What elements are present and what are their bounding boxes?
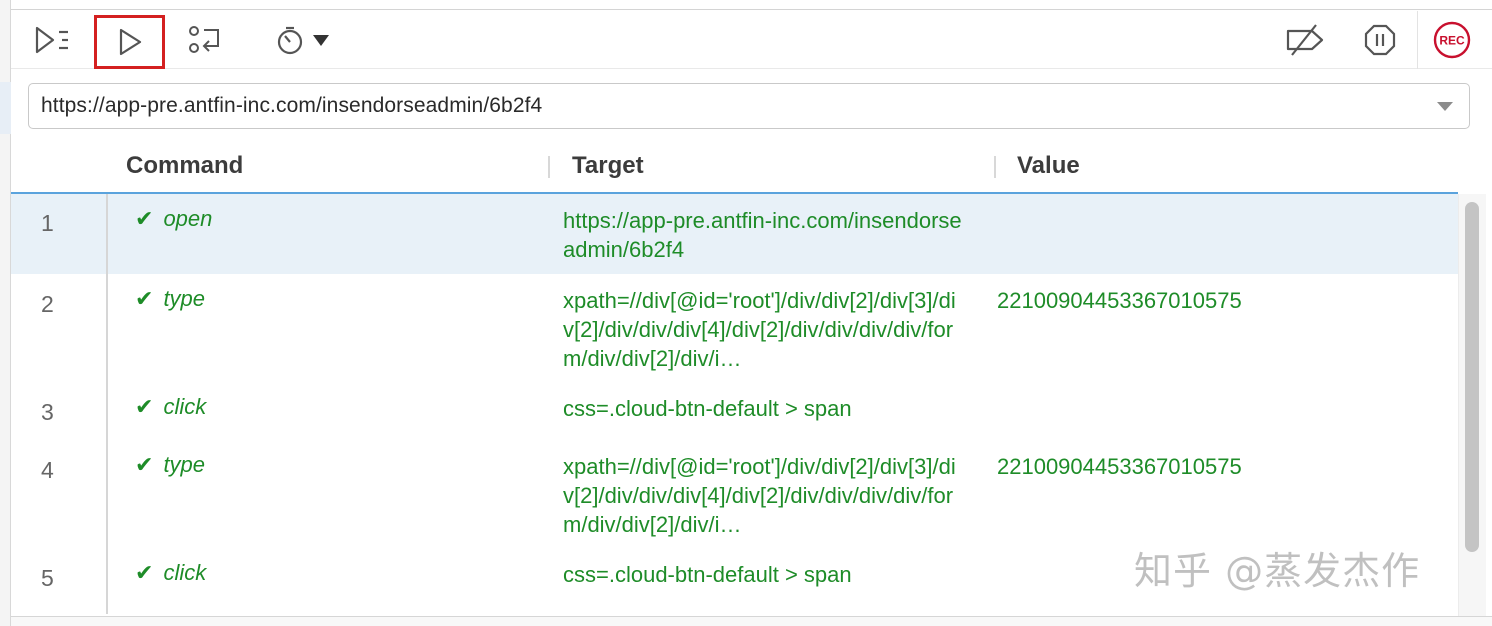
check-icon: ✔ [135,394,154,419]
value-cell[interactable]: 2210090445336701057​5 [997,452,1242,481]
chevron-down-icon [312,33,330,47]
record-label: REC [1439,34,1465,48]
pause-on-exceptions-button[interactable] [1357,15,1403,65]
target-cell[interactable]: css=.cloud-btn-default > span [563,560,963,589]
base-url-value: https://app-pre.antfin-inc.com/insendors… [41,94,543,117]
record-button[interactable]: REC [1429,15,1475,65]
left-panel-highlight [0,82,11,134]
command-name: open [163,206,213,231]
table-row[interactable]: 4 ✔ type xpath=//div[@id='root']/div/div[… [11,440,1458,548]
target-cell[interactable]: xpath=//div[@id='root']/div/div[2]/div[3… [563,286,963,373]
command-cell[interactable]: ✔ click [135,394,206,420]
watermark: 知乎 @蒸发杰作 [1134,549,1421,593]
target-cell[interactable]: xpath=//div[@id='root']/div/div[2]/div[3… [563,452,963,539]
target-cell[interactable]: https://app-pre.antfin-inc.com/insendors… [563,206,963,264]
command-cell[interactable]: ✔ type [135,286,205,312]
toolbar: REC [11,11,1492,69]
test-speed-dropdown[interactable] [269,15,335,65]
table-row[interactable]: 1 ✔ open https://app-pre.antfin-inc.com/i… [11,194,1458,274]
column-resize-handle[interactable] [548,156,550,178]
column-header-command[interactable]: Command [126,152,243,180]
chevron-down-icon[interactable] [1437,102,1453,111]
vertical-scrollbar[interactable] [1458,194,1486,616]
check-icon: ✔ [135,452,154,477]
command-cell[interactable]: ✔ click [135,560,206,586]
play-icon [115,27,145,57]
record-icon: REC [1433,21,1471,59]
pause-icon [1364,24,1396,56]
command-cell[interactable]: ✔ open [135,206,212,232]
base-url-select[interactable]: https://app-pre.antfin-inc.com/insendors… [28,83,1470,129]
command-name: click [163,394,207,419]
check-icon: ✔ [135,286,154,311]
step-over-icon [186,24,224,56]
table-header: Command Target Value [11,142,1458,194]
stopwatch-icon [274,23,308,57]
value-cell[interactable]: 2210090445336701057​5 [997,286,1242,315]
target-cell[interactable]: css=.cloud-btn-default > span [563,394,963,423]
column-header-value[interactable]: Value [1017,152,1080,180]
check-icon: ✔ [135,560,154,585]
scrollbar-thumb[interactable] [1465,202,1479,552]
row-number: 3 [41,399,54,425]
column-header-target[interactable]: Target [572,152,644,180]
command-name: type [163,452,206,477]
disable-breakpoints-button[interactable] [1281,15,1329,65]
row-number-divider [106,194,108,614]
step-over-button[interactable] [183,15,227,65]
column-resize-handle[interactable] [994,156,996,178]
table-row[interactable]: 2 ✔ type xpath=//div[@id='root']/div/div[… [11,274,1458,382]
bottom-border [11,616,1492,626]
command-name: click [163,560,207,585]
toolbar-divider [1417,11,1418,69]
top-border [11,0,1492,10]
row-number: 4 [41,457,54,483]
run-all-tests-button[interactable] [31,15,77,65]
command-name: type [163,286,206,311]
run-current-test-button[interactable] [94,15,165,69]
left-panel-edge [0,0,11,626]
breakpoint-disabled-icon [1284,23,1326,57]
row-number: 1 [41,210,54,236]
check-icon: ✔ [135,206,154,231]
command-cell[interactable]: ✔ type [135,452,205,478]
table-row[interactable]: 3 ✔ click css=.cloud-btn-default > span [11,382,1458,440]
run-all-icon [34,25,74,55]
row-number: 5 [41,565,54,591]
row-number: 2 [41,291,54,317]
